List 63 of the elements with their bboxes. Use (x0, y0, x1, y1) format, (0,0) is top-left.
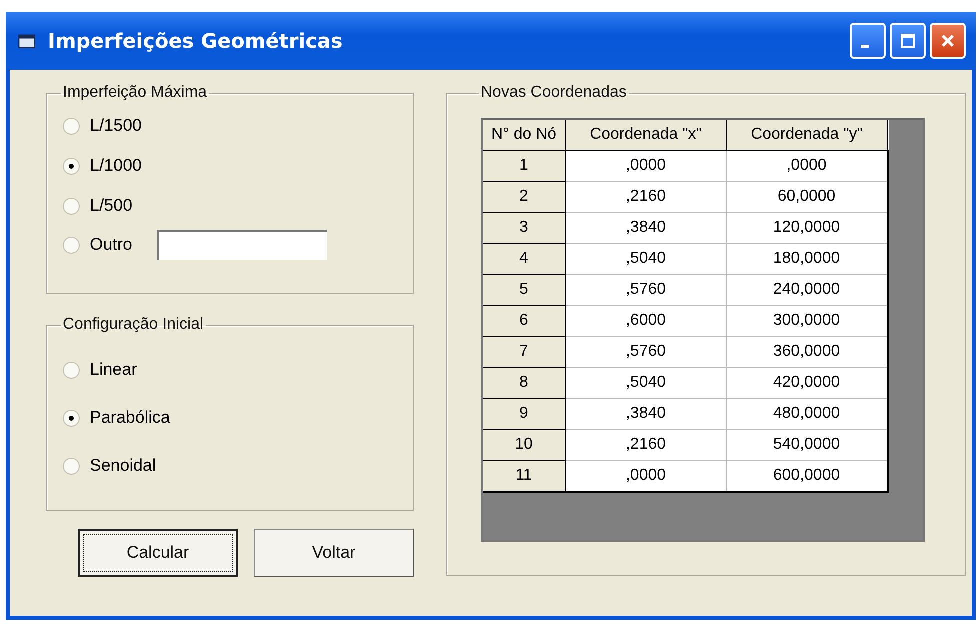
table-cell: 10 (483, 430, 566, 460)
column-header: Coordenada "y" (726, 120, 888, 150)
table-cell: ,0000 (566, 150, 726, 182)
radio-button[interactable] (63, 410, 80, 426)
close-button[interactable] (930, 23, 966, 59)
table-cell: ,6000 (566, 306, 726, 336)
radio-label: Outro (90, 235, 133, 255)
table-cell: 8 (483, 368, 566, 398)
table-cell: 120,0000 (726, 212, 888, 244)
table-cell: 300,0000 (726, 306, 888, 336)
table-cell: ,2160 (566, 182, 726, 212)
table-cell: 7 (483, 336, 566, 368)
radio-label: L/1500 (90, 116, 142, 136)
radio-label: L/1000 (90, 156, 142, 176)
push-button[interactable]: Calcular (78, 529, 238, 577)
table-cell: 11 (483, 460, 566, 492)
table-cell: 3 (483, 212, 566, 244)
radio-button[interactable] (63, 458, 80, 474)
group-title: Imperfeição Máxima (62, 84, 208, 102)
table-cell: 600,0000 (726, 460, 888, 492)
column-header: N° do Nó (483, 120, 566, 150)
radio-button[interactable] (63, 158, 80, 174)
table-cell: 6 (483, 306, 566, 336)
table-cell: ,5760 (566, 274, 726, 306)
column-header: Coordenada "x" (566, 120, 726, 150)
table-cell: 4 (483, 244, 566, 274)
push-button[interactable]: Voltar (254, 529, 414, 577)
maximize-button[interactable] (890, 23, 926, 59)
radio-button[interactable] (63, 362, 80, 378)
group-title: Configuração Inicial (62, 316, 205, 334)
table-cell: 420,0000 (726, 368, 888, 398)
minimize-icon (861, 44, 869, 48)
group-title: Novas Coordenadas (480, 84, 628, 102)
table-cell: 60,0000 (726, 182, 888, 212)
table-cell: ,2160 (566, 430, 726, 460)
table-cell: ,5760 (566, 336, 726, 368)
radio-button[interactable] (63, 236, 80, 254)
table-cell: 1 (483, 150, 566, 182)
radio-label: L/500 (90, 196, 133, 216)
table-cell: 480,0000 (726, 398, 888, 430)
table-cell: ,0000 (566, 460, 726, 492)
table-cell: ,0000 (726, 150, 888, 182)
table-cell: 180,0000 (726, 244, 888, 274)
maximize-icon (898, 31, 918, 51)
table-cell: 2 (483, 182, 566, 212)
table-cell: 360,0000 (726, 336, 888, 368)
window-title: Imperfeições Geométricas (48, 29, 344, 53)
radio-label: Parabólica (90, 408, 170, 428)
window-icon (18, 33, 36, 49)
minimize-button[interactable] (850, 23, 886, 59)
radio-button[interactable] (63, 198, 80, 214)
table-cell: ,5040 (566, 368, 726, 398)
radio-label: Senoidal (90, 456, 156, 476)
radio-label: Linear (90, 360, 138, 380)
radio-button[interactable] (63, 118, 80, 134)
table-cell: ,3840 (566, 212, 726, 244)
table-cell: ,3840 (566, 398, 726, 430)
table-cell: 540,0000 (726, 430, 888, 460)
table-cell: 240,0000 (726, 274, 888, 306)
table-cell: 5 (483, 274, 566, 306)
input-field[interactable] (156, 230, 327, 260)
table-cell: 9 (483, 398, 566, 430)
table-cell: ,5040 (566, 244, 726, 274)
